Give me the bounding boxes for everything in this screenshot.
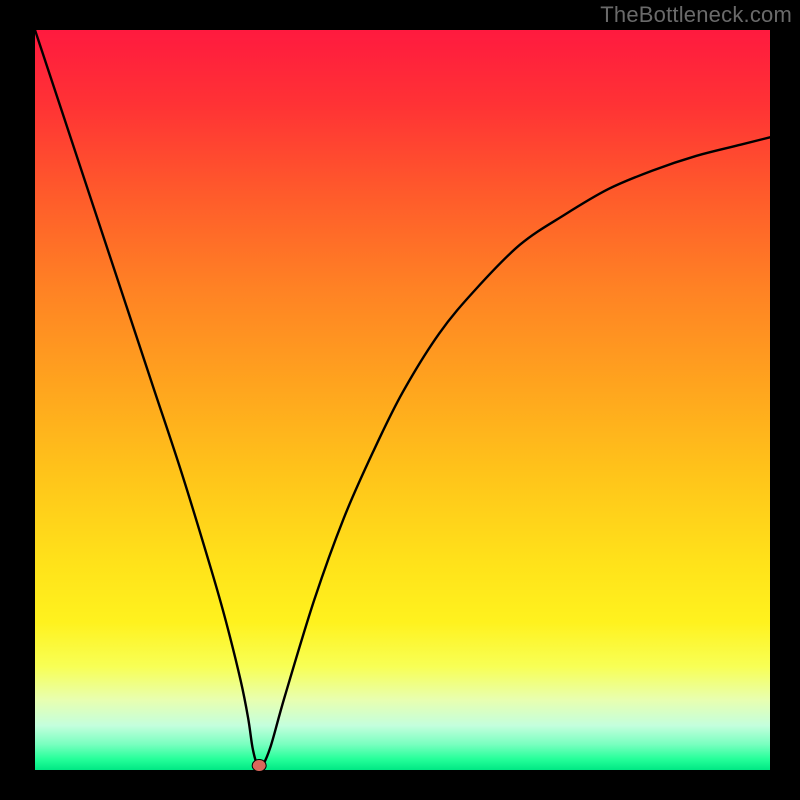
- chart-frame: TheBottleneck.com: [0, 0, 800, 800]
- watermark-label: TheBottleneck.com: [600, 2, 792, 28]
- plot-background: [35, 30, 770, 770]
- chart-svg: [0, 0, 800, 800]
- optimal-point-marker: [252, 760, 266, 772]
